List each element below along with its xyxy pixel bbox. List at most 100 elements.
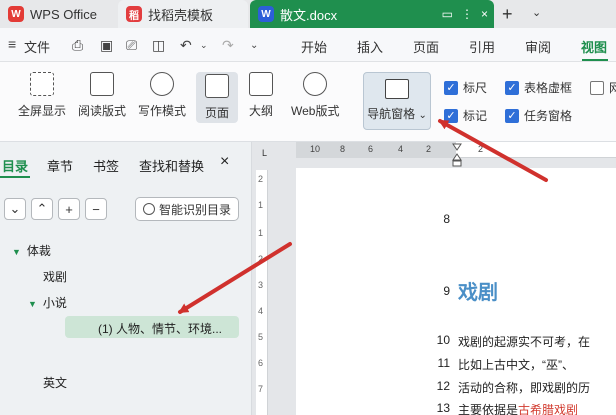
document-heading[interactable]: 戏剧 [458, 276, 498, 305]
ruler-tick: 4 [258, 306, 264, 316]
ruler-tick: 7 [258, 384, 264, 394]
print-preview-icon[interactable]: ◫ [152, 37, 165, 54]
menu-bar: ≡ 文件 ⎙ ▣ ⎚ ◫ ↶ ⌄ ↷ ⌄ 开始 插入 页面 引用 审阅 视图 [0, 28, 616, 62]
triangle-down-icon: ▼ [28, 299, 37, 309]
document-text-line[interactable]: 戏剧的起源实不可考，在 [458, 333, 590, 350]
redo-icon[interactable]: ↷ [222, 37, 234, 54]
hyperlink-text[interactable]: 古希腊戏剧 [518, 403, 578, 415]
table-gridlines-checkbox[interactable]: ✓ 表格虚框 [505, 79, 572, 96]
menu-insert[interactable]: 插入 [357, 37, 383, 56]
globe-icon [303, 72, 328, 96]
vertical-ruler[interactable]: 2 1 1 2 3 4 5 6 7 [256, 170, 268, 415]
tab-document[interactable]: W 散文.docx ▭ ⋮ × [250, 0, 494, 28]
menu-start[interactable]: 开始 [301, 37, 327, 56]
line-number: 10 [436, 333, 450, 347]
ruler-tick: 8 [340, 144, 346, 154]
text-segment: 主要依据是 [458, 403, 519, 415]
expand-down-button[interactable]: ⌄ [4, 198, 26, 220]
hamburger-icon[interactable]: ≡ [8, 36, 16, 52]
document-text-line[interactable]: 活动的合称，即戏剧的历 [458, 379, 590, 396]
monitor-icon[interactable]: ▭ [442, 7, 453, 21]
tab-bar: W WPS Office 稻 找稻壳模板 W 散文.docx ▭ ⋮ × + ⌄ [0, 0, 616, 28]
tab-wps-office[interactable]: W WPS Office [0, 0, 118, 28]
print-icon[interactable]: ⎚ [126, 37, 137, 54]
markup-checkbox[interactable]: ✓ 标记 [444, 107, 487, 124]
close-icon[interactable]: × [220, 153, 229, 171]
navigation-pane-button[interactable]: 导航窗格 ⌄ [363, 72, 431, 130]
menu-references[interactable]: 引用 [469, 37, 495, 56]
tab-label: WPS Office [30, 6, 97, 22]
tab-chapters[interactable]: 章节 [47, 156, 73, 175]
fullscreen-button[interactable]: 全屏显示 [18, 72, 66, 119]
smart-icon [142, 203, 155, 215]
ruler-tick: 3 [258, 280, 264, 290]
menu-file[interactable]: 文件 [24, 37, 50, 56]
document-page[interactable] [296, 168, 616, 415]
toc-item-drama[interactable]: 戏剧 [43, 268, 67, 285]
collapse-up-button[interactable]: ⌃ [31, 198, 53, 220]
writing-mode-button[interactable]: 写作模式 [138, 72, 186, 119]
tab-label: 散文.docx [280, 7, 338, 23]
checkbox-label: 网 [609, 81, 616, 95]
reading-icon [90, 72, 114, 96]
remove-heading-button[interactable]: − [85, 198, 107, 220]
close-icon[interactable]: × [481, 7, 488, 21]
grid-checkbox[interactable]: 网 [590, 79, 616, 96]
check-icon: ✓ [505, 108, 519, 123]
document-text-line[interactable]: 主要依据是古希腊戏剧 [458, 401, 578, 415]
page-icon [205, 74, 229, 98]
button-label: 页面 [204, 106, 229, 120]
ruler-tick: 5 [258, 332, 264, 342]
indent-marker-icon[interactable] [452, 142, 462, 168]
export-icon[interactable]: ⎙ [72, 37, 83, 54]
tab-stop-selector[interactable]: L [262, 148, 267, 158]
new-tab-plus-icon[interactable]: + [502, 4, 513, 25]
toc-label: 小说 [42, 296, 67, 310]
toc-item-novel[interactable]: ▼ 小说 [28, 294, 67, 311]
toc-label: 体裁 [26, 244, 51, 258]
line-number: 12 [436, 379, 450, 393]
menu-view[interactable]: 视图 [581, 37, 607, 56]
menu-review[interactable]: 审阅 [525, 37, 551, 56]
toc-item-genre[interactable]: ▼ 体裁 [12, 242, 51, 259]
more-icon[interactable]: ⋮ [461, 7, 473, 21]
ruler-tick: 4 [398, 144, 404, 154]
page-view-button[interactable]: 页面 [196, 72, 238, 123]
button-label: 导航窗格 [367, 107, 416, 121]
check-icon: ✓ [444, 80, 458, 95]
ruler-tick: 1 [258, 228, 264, 238]
tab-template[interactable]: 稻 找稻壳模板 [118, 0, 248, 28]
checkbox-label: 标记 [463, 109, 488, 123]
checkbox-label: 任务窗格 [524, 109, 573, 123]
ruler-tick: 10 [310, 144, 321, 154]
reading-mode-button[interactable]: 阅读版式 [78, 72, 126, 119]
tab-bookmarks[interactable]: 书签 [93, 156, 119, 175]
pen-icon [150, 72, 174, 96]
menu-page[interactable]: 页面 [413, 37, 439, 56]
ruler-checkbox[interactable]: ✓ 标尺 [444, 79, 487, 96]
tab-find-replace[interactable]: 查找和替换 [139, 156, 204, 175]
button-label: 全屏显示 [18, 104, 67, 118]
toc-item-characters[interactable]: (1) 人物、情节、环境... [98, 320, 222, 337]
chevron-down-icon[interactable]: ⌄ [532, 6, 541, 19]
ruler-tick: 6 [258, 358, 264, 368]
active-tab-underline [582, 59, 608, 61]
smart-toc-button[interactable]: 智能识别目录 [135, 197, 239, 221]
line-number: 8 [443, 212, 450, 226]
document-text-line[interactable]: 比如上古中文，“巫”、 [458, 356, 574, 373]
task-pane-checkbox[interactable]: ✓ 任务窗格 [505, 107, 572, 124]
list-icon [385, 79, 409, 99]
undo-icon[interactable]: ↶ [180, 37, 192, 54]
save-icon[interactable]: ▣ [100, 37, 113, 54]
toc-item-english[interactable]: 英文 [43, 374, 67, 391]
web-layout-button[interactable]: Web版式 [291, 72, 339, 119]
undo-dropdown-icon[interactable]: ⌄ [200, 40, 208, 51]
smart-toc-label: 智能识别目录 [158, 202, 231, 217]
ruler-tick: 2 [478, 144, 484, 154]
outline-button[interactable]: 大纲 [249, 72, 273, 119]
button-label: 大纲 [249, 104, 274, 118]
tab-label: 找稻壳模板 [148, 7, 214, 23]
more-dropdown-icon[interactable]: ⌄ [250, 40, 258, 51]
add-heading-button[interactable]: + [58, 198, 80, 220]
tab-toc[interactable]: 目录 [2, 156, 28, 175]
